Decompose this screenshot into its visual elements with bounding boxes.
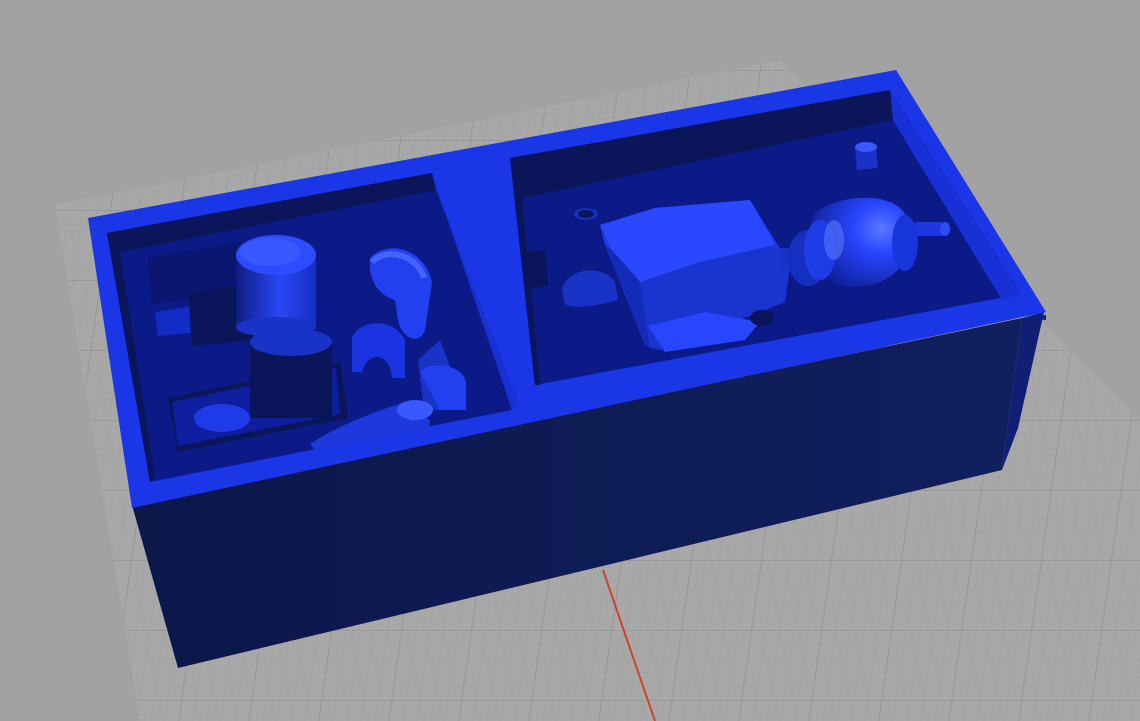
3d-viewport[interactable] xyxy=(0,0,1140,721)
3d-scene[interactable] xyxy=(0,0,1140,721)
round-pocket xyxy=(194,404,250,432)
